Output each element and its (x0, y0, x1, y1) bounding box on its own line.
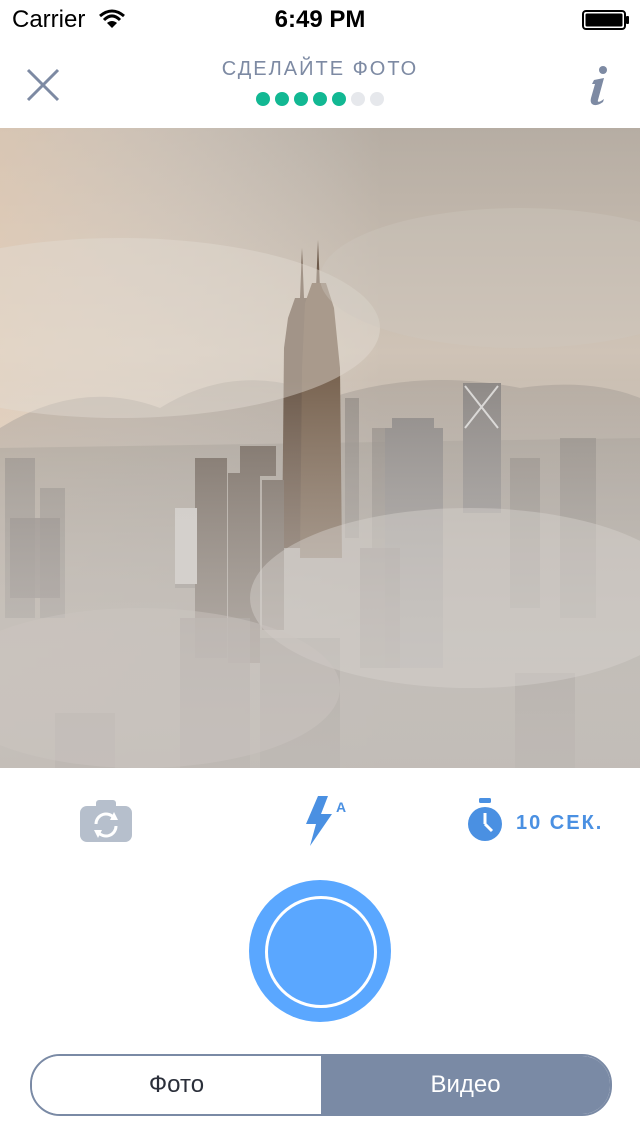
progress-dot (313, 92, 327, 106)
progress-dot (351, 92, 365, 106)
progress-dot (256, 92, 270, 106)
city-skyline-image (0, 128, 640, 768)
progress-dots (0, 92, 640, 106)
progress-dot (332, 92, 346, 106)
camera-controls: A 10 СЕК. (0, 768, 640, 878)
flash-auto-icon[interactable]: A (300, 796, 350, 846)
status-time: 6:49 PM (274, 6, 366, 33)
shutter-ring (265, 896, 377, 1008)
shutter-button[interactable] (249, 880, 391, 1022)
battery-icon (582, 10, 629, 30)
switch-camera-icon[interactable] (80, 798, 132, 842)
info-icon[interactable] (584, 62, 614, 108)
mode-video-tab[interactable]: Видео (321, 1056, 610, 1114)
mode-segmented-control: Фото Видео (30, 1054, 612, 1116)
timer-label[interactable]: 10 СЕК. (516, 812, 603, 835)
nav-bar: СДЕЛАЙТЕ ФОТО (0, 40, 640, 128)
progress-dot (370, 92, 384, 106)
mode-photo-tab[interactable]: Фото (32, 1056, 321, 1114)
timer-icon[interactable] (466, 798, 504, 842)
status-bar: Carrier 6:49 PM (0, 0, 640, 40)
camera-preview[interactable] (0, 128, 640, 768)
page-title: СДЕЛАЙТЕ ФОТО (221, 58, 419, 80)
progress-dot (275, 92, 289, 106)
flash-mode-label: A (336, 799, 346, 815)
progress-dot (294, 92, 308, 106)
